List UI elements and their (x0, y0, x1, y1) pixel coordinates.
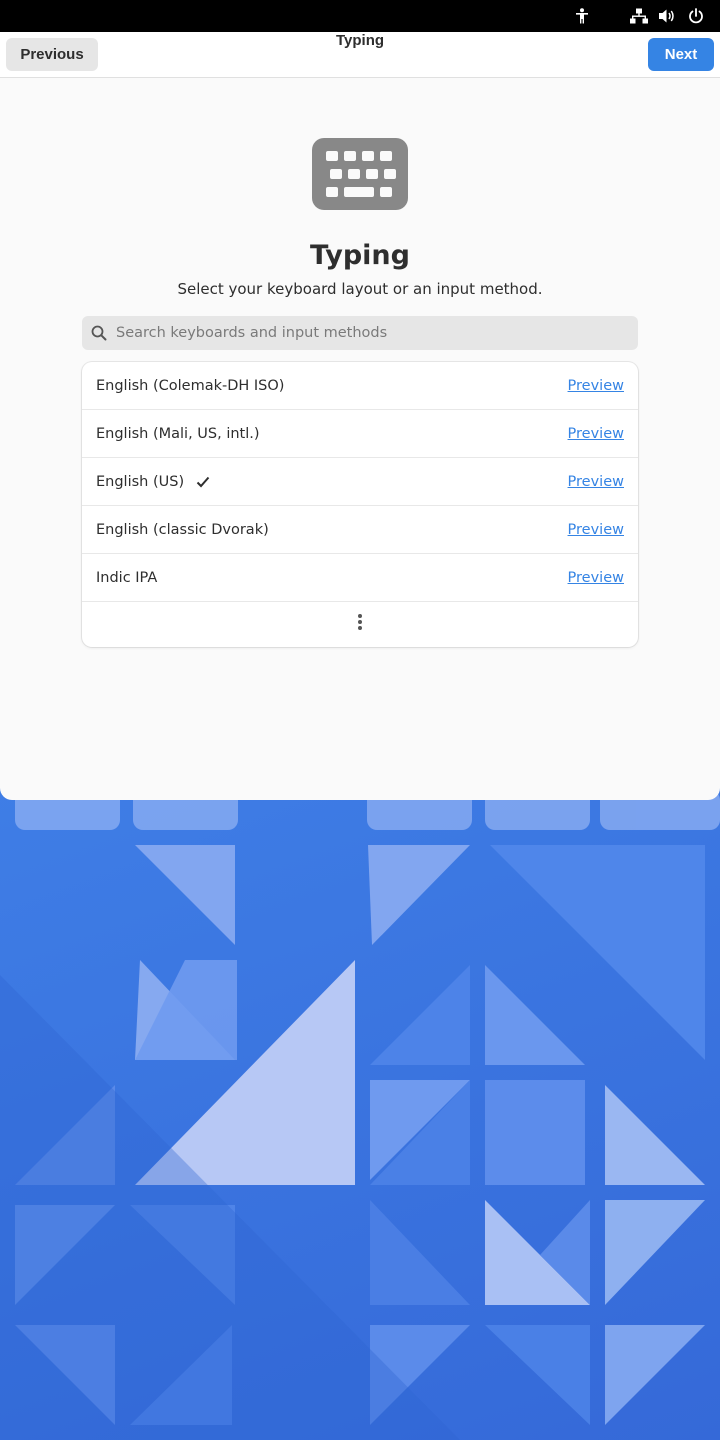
header-title: Typing (335, 32, 385, 49)
initial-setup-window: Previous Typing Next Typing Select your … (0, 32, 720, 800)
previous-button[interactable]: Previous (6, 38, 98, 71)
network-wired-icon[interactable] (628, 0, 650, 32)
page-title: Typing (310, 240, 410, 271)
preview-link[interactable]: Preview (568, 474, 624, 490)
layout-name: English (US) (96, 473, 185, 490)
layout-name: Indic IPA (96, 569, 158, 586)
list-item[interactable]: English (classic Dvorak) Preview (82, 506, 638, 554)
search-input[interactable] (116, 316, 638, 350)
show-more-row[interactable] (82, 602, 638, 646)
search-bar[interactable] (82, 316, 638, 350)
layout-name: English (Mali, US, intl.) (96, 425, 260, 442)
preview-link[interactable]: Preview (568, 426, 624, 442)
list-item[interactable]: English (Mali, US, intl.) Preview (82, 410, 638, 458)
list-item[interactable]: English (Colemak-DH ISO) Preview (82, 362, 638, 410)
next-button[interactable]: Next (648, 38, 714, 71)
volume-icon[interactable] (656, 0, 678, 32)
keyboard-icon (312, 138, 408, 210)
layout-name-container: English (US) (96, 474, 568, 490)
system-top-bar (0, 0, 720, 32)
layout-list: English (Colemak-DH ISO) Preview English… (82, 362, 638, 647)
layout-name: English (classic Dvorak) (96, 521, 269, 538)
preview-link[interactable]: Preview (568, 378, 624, 394)
view-more-icon (357, 613, 363, 635)
preview-link[interactable]: Preview (568, 522, 624, 538)
list-item[interactable]: Indic IPA Preview (82, 554, 638, 602)
checkmark-icon (196, 476, 210, 488)
preview-link[interactable]: Preview (568, 570, 624, 586)
layout-name: English (Colemak-DH ISO) (96, 377, 285, 394)
header-bar: Previous Typing Next (0, 32, 720, 78)
page-subtitle: Select your keyboard layout or an input … (177, 280, 543, 298)
list-item[interactable]: English (US) Preview (82, 458, 638, 506)
accessibility-icon[interactable] (572, 0, 592, 32)
search-icon (82, 316, 116, 350)
power-icon[interactable] (686, 0, 706, 32)
